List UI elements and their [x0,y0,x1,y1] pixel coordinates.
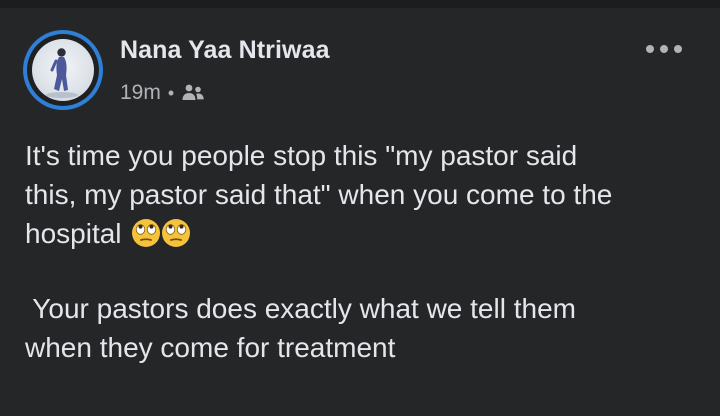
post-text-fragment: hospital [25,218,122,249]
friends-icon[interactable] [181,83,205,103]
person-silhouette-icon [46,48,78,98]
post-text-line: Your pastors does exactly what we tell t… [25,293,576,324]
avatar[interactable] [23,30,103,110]
avatar-image [27,34,99,106]
post-text-line: It's time you people stop this "my pasto… [25,140,578,171]
post-text: It's time you people stop this "my pasto… [25,136,705,367]
meta-separator: • [167,82,175,103]
top-edge-strip [0,0,720,8]
more-dot [674,45,682,53]
post-meta: 19m • [120,80,205,106]
rolling-eyes-emoji-icon [132,219,161,247]
author-name[interactable]: Nana Yaa Ntriwaa [120,36,330,65]
rolling-eyes-emoji-icon [162,219,191,247]
post-card: Nana Yaa Ntriwaa 19m • It's time you peo… [0,8,720,416]
profile-photo [32,39,94,101]
post-text-line: hospital [25,214,705,253]
more-dot [646,45,654,53]
post-text-line: when they come for treatment [25,332,396,363]
post-text-line: this, my pastor said that" when you come… [25,179,613,210]
more-dot [660,45,668,53]
more-options-icon[interactable] [646,42,682,56]
post-timestamp[interactable]: 19m [120,81,161,105]
